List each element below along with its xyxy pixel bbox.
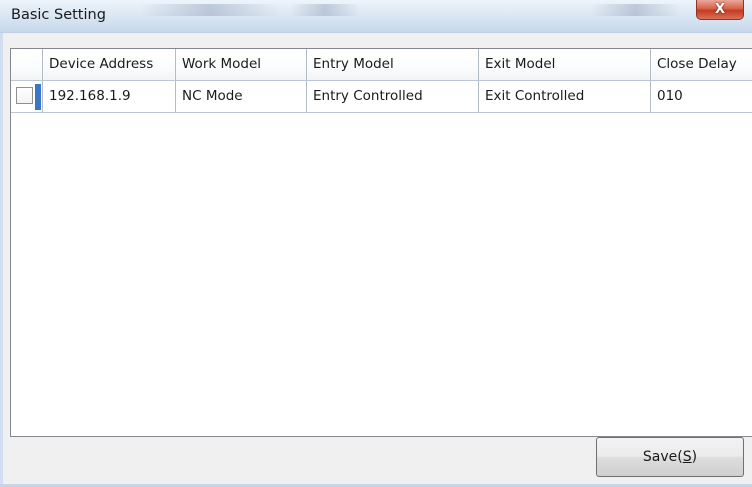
header-exit-model[interactable]: Exit Model — [479, 49, 651, 80]
cell-close-delay[interactable]: 010 — [651, 81, 752, 112]
header-entry-model[interactable]: Entry Model — [307, 49, 479, 80]
cell-entry-model[interactable]: Entry Controlled — [307, 81, 479, 112]
table-row[interactable]: 192.168.1.9 NC Mode Entry Controlled Exi… — [11, 81, 752, 113]
row-selection-marker — [35, 84, 41, 110]
cell-exit-model[interactable]: Exit Controlled — [479, 81, 651, 112]
grid-header: Device Address Work Model Entry Model Ex… — [11, 49, 752, 81]
header-select-column[interactable] — [11, 49, 43, 80]
save-button[interactable]: Save(S) — [596, 437, 744, 477]
close-button[interactable]: X — [696, 0, 744, 20]
window-title: Basic Setting — [11, 7, 106, 23]
save-button-label-end: ) — [691, 449, 698, 465]
cell-work-model[interactable]: NC Mode — [176, 81, 307, 112]
row-checkbox[interactable] — [16, 87, 33, 104]
title-bar-reflection — [290, 4, 360, 16]
close-icon: X — [714, 2, 726, 17]
header-close-delay[interactable]: Close Delay — [651, 49, 752, 80]
title-bar[interactable]: Basic Setting X — [0, 0, 752, 33]
title-bar-reflection — [590, 4, 680, 16]
save-button-accelerator: S — [682, 449, 692, 465]
save-button-label: Save( — [642, 449, 683, 465]
row-select-cell[interactable] — [11, 81, 43, 112]
dialog-body: Device Address Work Model Entry Model Ex… — [0, 33, 752, 487]
header-work-model[interactable]: Work Model — [176, 49, 307, 80]
device-grid[interactable]: Device Address Work Model Entry Model Ex… — [10, 48, 752, 437]
cell-device-address[interactable]: 192.168.1.9 — [43, 81, 176, 112]
window-frame-left — [0, 33, 3, 487]
title-bar-reflection — [140, 4, 280, 16]
header-device-address[interactable]: Device Address — [43, 49, 176, 80]
